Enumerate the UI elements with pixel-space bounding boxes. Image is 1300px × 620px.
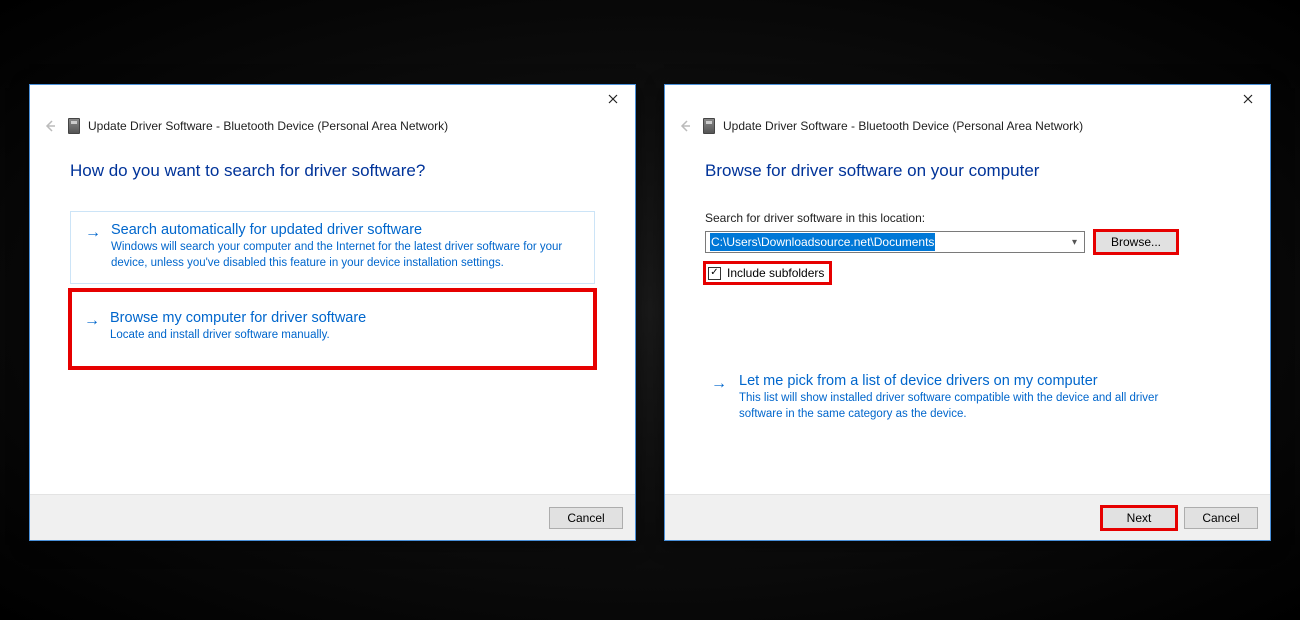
dialog-content: Browse for driver software on your compu… (665, 137, 1270, 422)
next-highlight: Next (1102, 507, 1176, 529)
cancel-button[interactable]: Cancel (1184, 507, 1258, 529)
device-icon (68, 118, 80, 134)
dialog-header: Update Driver Software - Bluetooth Devic… (665, 107, 1270, 137)
dialog-header: Update Driver Software - Bluetooth Devic… (30, 107, 635, 137)
update-driver-dialog-step1: Update Driver Software - Bluetooth Devic… (29, 84, 636, 541)
page-heading: Browse for driver software on your compu… (705, 161, 1230, 181)
option-browse-computer[interactable]: → Browse my computer for driver software… (70, 290, 595, 368)
close-icon (608, 94, 618, 104)
location-row: C:\Users\Downloadsource.net\Documents ▾ … (705, 231, 1230, 253)
option-title: Let me pick from a list of device driver… (739, 373, 1230, 389)
back-button[interactable] (40, 116, 60, 136)
page-heading: How do you want to search for driver sof… (70, 161, 595, 181)
close-button[interactable] (1226, 85, 1270, 113)
location-path-value: C:\Users\Downloadsource.net\Documents (710, 233, 935, 251)
arrow-right-icon: → (84, 312, 100, 330)
location-combo[interactable]: C:\Users\Downloadsource.net\Documents ▾ (705, 231, 1085, 253)
window-title: Update Driver Software - Bluetooth Devic… (723, 119, 1083, 133)
back-arrow-icon (43, 119, 57, 133)
option-desc: Locate and install driver software manua… (110, 328, 583, 344)
option-desc: Windows will search your computer and th… (111, 240, 582, 271)
option-desc: This list will show installed driver sof… (739, 391, 1199, 422)
browse-highlight: Browse... (1095, 231, 1177, 253)
arrow-right-icon: → (85, 224, 101, 242)
include-subfolders-checkbox[interactable]: ✓ (708, 267, 721, 280)
location-label: Search for driver software in this locat… (705, 211, 1230, 225)
back-arrow-icon (678, 119, 692, 133)
next-button[interactable]: Next (1102, 507, 1176, 529)
dialog-footer: Next Cancel (665, 494, 1270, 540)
window-title: Update Driver Software - Bluetooth Devic… (88, 119, 448, 133)
option-search-auto[interactable]: → Search automatically for updated drive… (70, 211, 595, 284)
option-title: Search automatically for updated driver … (111, 222, 582, 238)
cancel-button[interactable]: Cancel (549, 507, 623, 529)
browse-button[interactable]: Browse... (1095, 231, 1177, 253)
include-subfolders-label: Include subfolders (727, 266, 824, 280)
option-title: Browse my computer for driver software (110, 310, 583, 326)
back-button[interactable] (675, 116, 695, 136)
close-button[interactable] (591, 85, 635, 113)
dialog-content: How do you want to search for driver sof… (30, 137, 635, 368)
arrow-right-icon: → (711, 375, 727, 393)
device-icon (703, 118, 715, 134)
include-subfolders-row[interactable]: ✓ Include subfolders (705, 263, 830, 283)
dialog-footer: Cancel (30, 494, 635, 540)
option-pick-from-list[interactable]: → Let me pick from a list of device driv… (705, 373, 1230, 422)
update-driver-dialog-step2: Update Driver Software - Bluetooth Devic… (664, 84, 1271, 541)
close-icon (1243, 94, 1253, 104)
chevron-down-icon: ▾ (1069, 237, 1080, 248)
